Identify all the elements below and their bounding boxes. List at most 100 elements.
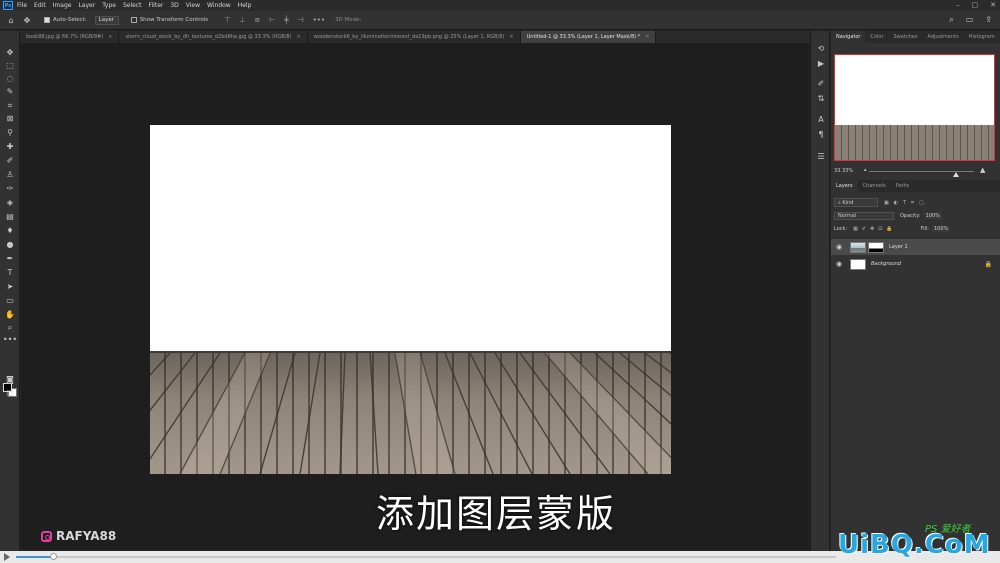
brushes-icon[interactable]: ✐ (816, 78, 826, 88)
maximize-icon[interactable]: ▢ (972, 1, 979, 9)
actions-icon[interactable]: ▶ (816, 58, 826, 68)
canvas-area[interactable]: 添加图层蒙版 RAFYA88 (21, 43, 809, 550)
zoom-in-icon[interactable]: ▲ (980, 166, 985, 174)
stamp-icon[interactable]: ♙ (4, 169, 16, 180)
menu-image[interactable]: Image (53, 2, 72, 9)
menu-file[interactable]: File (17, 2, 27, 9)
align-middle-icon[interactable]: ⊥ (239, 16, 245, 24)
healing-icon[interactable]: ✚ (4, 141, 16, 152)
brush-icon[interactable]: ✐ (4, 155, 16, 166)
properties-icon[interactable]: ☰ (816, 151, 826, 161)
frame-icon[interactable]: ⊠ (4, 113, 16, 124)
dodge-icon[interactable]: ● (4, 239, 16, 250)
menu-layer[interactable]: Layer (78, 2, 95, 9)
play-icon[interactable] (4, 553, 10, 561)
blend-mode-dropdown[interactable]: Normal (834, 212, 894, 220)
tab-channels[interactable]: Channels (858, 180, 891, 192)
tab-swatches[interactable]: Swatches (889, 31, 923, 43)
eraser-icon[interactable]: ◈ (4, 197, 16, 208)
zoom-slider-thumb[interactable] (953, 172, 959, 177)
fill-input[interactable]: 100% (932, 226, 951, 232)
tab-storm-cloud[interactable]: storm_cloud_stock_by_dh_textures_d2bd8ha… (119, 31, 308, 43)
gradient-icon[interactable]: ▤ (4, 211, 16, 222)
tab-layers[interactable]: Layers (831, 180, 858, 192)
screen-mode-icon[interactable]: ▢ (4, 387, 16, 398)
zoom-value[interactable]: 33.33% (834, 168, 853, 174)
filter-type-icons[interactable]: ▣◐T⌗▢ (884, 200, 929, 206)
close-tab-icon[interactable]: × (509, 34, 513, 40)
close-tab-icon[interactable]: × (108, 34, 112, 40)
align-right-icon[interactable]: ⊣ (298, 16, 304, 24)
window-controls: – ▢ ✕ (956, 1, 996, 9)
workspace-icon[interactable]: ▭ (966, 15, 974, 25)
hand-icon[interactable]: ✋ (4, 309, 16, 320)
visibility-eye-icon[interactable]: ◉ (836, 260, 844, 268)
seek-track[interactable] (16, 553, 836, 560)
tab-woodenstock[interactable]: woodenstock6_by_illuminationinterest_da1… (308, 31, 521, 43)
crop-icon[interactable]: ⌗ (4, 100, 16, 111)
close-icon[interactable]: ✕ (990, 1, 996, 9)
tab-navigator[interactable]: Navigator (831, 31, 866, 43)
menu-help[interactable]: Help (238, 2, 252, 9)
tab-color[interactable]: Color (865, 31, 888, 43)
pen-icon[interactable]: ✒ (4, 253, 16, 264)
tab-book88[interactable]: book88.jpg @ 66.7% (RGB/8#) × (20, 31, 120, 43)
auto-select-dropdown[interactable]: Layer (94, 15, 119, 25)
history-icon[interactable]: ⟲ (816, 43, 826, 53)
zoom-out-icon[interactable]: ▴ (864, 167, 867, 173)
move-tool-icon[interactable]: ✥ (22, 15, 32, 25)
zoom-slider[interactable] (869, 171, 974, 177)
menu-select[interactable]: Select (123, 2, 142, 9)
kind-filter-dropdown[interactable]: ⌕ Kind (834, 198, 878, 207)
auto-select-checkbox[interactable] (44, 17, 50, 23)
lock-icons[interactable]: ▦✐✥⊡🔒 (853, 226, 897, 232)
seek-knob[interactable] (49, 553, 57, 560)
align-left-icon[interactable]: ⊢ (269, 16, 275, 24)
layer-row-background[interactable]: ◉ Background 🔒 (831, 256, 1000, 272)
paragraph-icon[interactable]: ¶ (816, 129, 826, 139)
quick-select-icon[interactable]: ✎ (4, 86, 16, 97)
menu-type[interactable]: Type (102, 2, 116, 9)
eyedropper-icon[interactable]: ⚲ (4, 127, 16, 138)
search-icon[interactable]: ⌕ (949, 15, 953, 25)
more-options-icon[interactable]: ••• (313, 16, 325, 24)
tab-histogram[interactable]: Histogram (964, 31, 1000, 43)
menu-view[interactable]: View (186, 2, 200, 9)
opacity-input[interactable]: 100% (923, 213, 942, 219)
more-tools-icon[interactable]: ••• (3, 334, 17, 345)
character-icon[interactable]: A (816, 114, 826, 124)
quick-mask-icon[interactable]: ◙ (4, 374, 16, 385)
path-select-icon[interactable]: ➤ (4, 281, 16, 292)
visibility-eye-icon[interactable]: ◉ (836, 243, 844, 251)
tab-paths[interactable]: Paths (891, 180, 915, 192)
close-tab-icon[interactable]: × (645, 34, 649, 40)
tab-untitled-1[interactable]: Untitled-1 @ 33.3% (Layer 1, Layer Mask/… (520, 31, 657, 43)
transform-controls-checkbox[interactable] (130, 17, 137, 23)
tab-label: woodenstock6_by_illuminationinterest_da1… (313, 34, 505, 40)
adjust-icon[interactable]: ⇅ (816, 93, 826, 103)
share-icon[interactable]: ⇪ (985, 15, 992, 25)
move-icon[interactable]: ✥ (4, 47, 16, 58)
align-center-icon[interactable]: ╪ (284, 16, 288, 24)
document-canvas[interactable] (150, 125, 671, 474)
layer-row-layer-1[interactable]: ◉ Layer 1 (831, 239, 1000, 255)
menu-filter[interactable]: Filter (149, 2, 164, 9)
marquee-icon[interactable]: ⬚ (4, 60, 16, 71)
align-top-icon[interactable]: ⊤ (224, 16, 230, 24)
blur-icon[interactable]: ♦ (4, 225, 16, 236)
minimize-icon[interactable]: – (956, 1, 960, 9)
align-bottom-icon[interactable]: ≡ (254, 16, 260, 24)
navigator-preview[interactable] (834, 54, 995, 161)
lasso-icon[interactable]: ◌ (4, 73, 16, 84)
close-tab-icon[interactable]: × (297, 34, 301, 40)
menu-window[interactable]: Window (207, 2, 231, 9)
shape-icon[interactable]: ▭ (4, 295, 16, 306)
menu-3d[interactable]: 3D (170, 2, 178, 9)
layer-mask-thumbnail[interactable] (868, 241, 884, 253)
menu-edit[interactable]: Edit (34, 2, 46, 9)
type-icon[interactable]: T (4, 267, 16, 278)
home-icon[interactable]: ⌂ (6, 15, 16, 25)
zoom-icon[interactable]: ⌕ (4, 322, 16, 333)
tab-adjustments[interactable]: Adjustments (922, 31, 963, 43)
history-brush-icon[interactable]: ✑ (4, 183, 16, 194)
